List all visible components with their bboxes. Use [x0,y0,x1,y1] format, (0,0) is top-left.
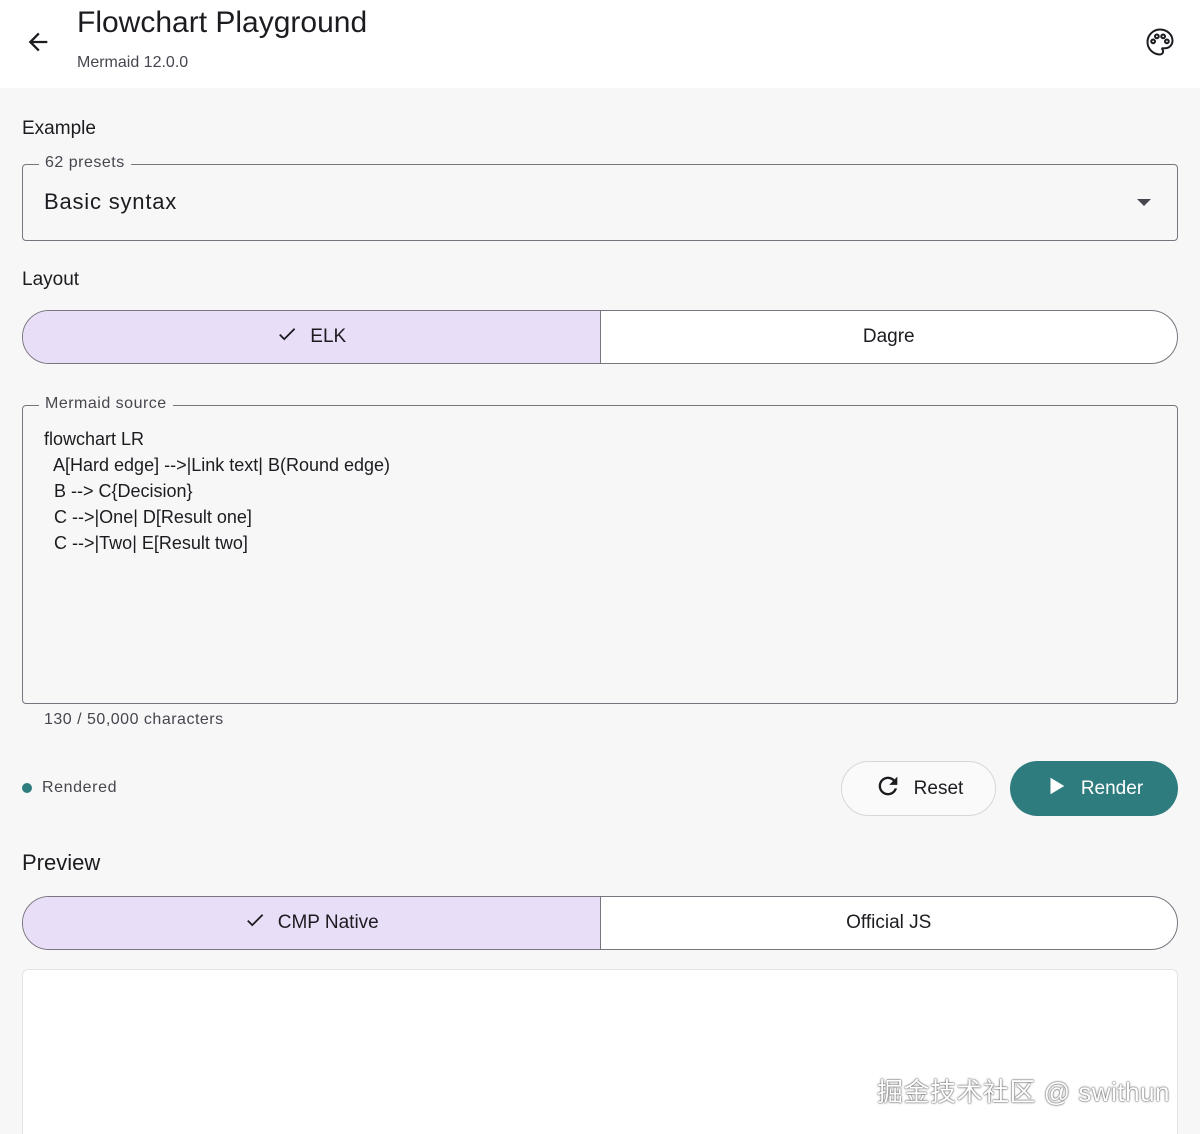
preview-canvas [22,969,1178,1134]
preview-option-official-js[interactable]: Official JS [599,897,1178,949]
reset-label: Reset [913,777,964,799]
dropdown-arrow-icon [1137,199,1151,206]
refresh-icon [874,772,902,806]
preview-segmented-control: CMP Native Official JS [22,896,1178,950]
example-dropdown[interactable]: 62 presets Basic syntax [22,154,1178,241]
preview-option-cmp-native[interactable]: CMP Native [23,897,600,949]
preview-section-label: Preview [22,850,101,875]
preview-option-label: CMP Native [277,912,379,933]
top-app-bar: Flowchart Playground Mermaid 12.0.0 [0,0,1200,88]
status-dot [22,783,32,793]
back-button[interactable] [18,24,58,64]
reset-button[interactable]: Reset [841,761,996,816]
example-field-label: 62 presets [39,154,131,172]
app-title: Flowchart Playground [77,6,368,39]
example-section-label: Example [22,118,96,139]
layout-segmented-control: ELK Dagre [22,310,1178,364]
layout-option-elk[interactable]: ELK [23,311,600,363]
check-icon [244,909,266,937]
theme-button[interactable] [1140,24,1180,64]
layout-section-label: Layout [22,269,80,290]
status-text: Rendered [42,779,118,796]
palette-icon [1145,27,1175,62]
character-counter: 130 / 50,000 characters [44,711,224,728]
layout-option-dagre[interactable]: Dagre [599,311,1178,363]
example-selected-value: Basic syntax [44,189,178,214]
watermark-text: 掘金技术社区 @ swithun [877,1077,1170,1107]
source-field-label: Mermaid source [39,395,173,413]
render-button[interactable]: Render [1010,761,1178,816]
mermaid-source-field[interactable]: Mermaid source flowchart LR A[Hard edge]… [22,395,1178,704]
check-icon [276,323,298,351]
arrow-back-icon [24,28,52,61]
preview-option-label: Official JS [846,912,932,933]
source-code-text[interactable]: flowchart LR A[Hard edge] -->|Link text|… [44,426,390,556]
render-status: Rendered [22,779,117,797]
render-label: Render [1080,777,1144,799]
layout-option-label: Dagre [862,326,915,347]
app-subtitle: Mermaid 12.0.0 [77,54,189,71]
layout-option-label: ELK [310,326,347,347]
play-icon [1045,775,1067,803]
